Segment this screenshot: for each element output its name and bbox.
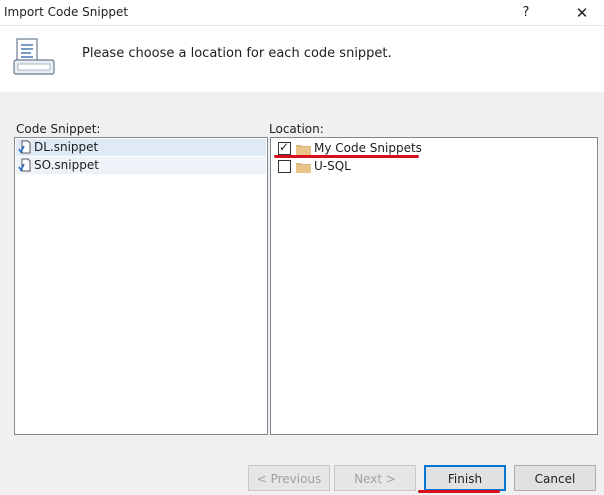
list-item-dl-snippet[interactable]: DL.snippet xyxy=(16,139,266,156)
code-snippet-list[interactable]: DL.snippet SO.snippet xyxy=(14,137,268,435)
snippet-file-icon xyxy=(18,158,31,172)
list-item-so-snippet[interactable]: SO.snippet xyxy=(16,157,266,174)
folder-icon xyxy=(296,145,311,155)
finish-button[interactable]: Finish xyxy=(424,465,506,491)
instruction-text: Please choose a location for each code s… xyxy=(82,46,392,61)
window-title: Import Code Snippet xyxy=(4,5,129,19)
close-button[interactable]: ✕ xyxy=(562,0,602,26)
help-button[interactable]: ? xyxy=(506,0,546,26)
location-item-u-sql[interactable]: U-SQL xyxy=(277,158,577,175)
next-button[interactable]: Next > xyxy=(334,465,416,491)
location-checkbox[interactable] xyxy=(278,160,291,173)
annotation-underline-location xyxy=(274,155,419,158)
snippet-label: DL.snippet xyxy=(34,140,99,154)
title-bar: Import Code Snippet ? ✕ xyxy=(0,0,604,26)
folder-icon xyxy=(296,163,311,173)
location-label-text: U-SQL xyxy=(314,159,351,173)
checkmark-icon: ✓ xyxy=(279,140,290,154)
snippet-file-icon xyxy=(18,140,31,154)
location-label: Location: xyxy=(269,122,324,136)
snippet-import-icon xyxy=(13,38,55,75)
dialog-header: Please choose a location for each code s… xyxy=(0,26,604,92)
location-checkbox[interactable]: ✓ xyxy=(278,140,291,155)
cancel-button[interactable]: Cancel xyxy=(514,465,596,491)
snippet-label: SO.snippet xyxy=(34,158,99,172)
code-snippet-label: Code Snippet: xyxy=(16,122,101,136)
previous-button[interactable]: < Previous xyxy=(248,465,330,491)
annotation-underline-finish xyxy=(418,490,500,493)
location-list[interactable]: ✓ My Code Snippets U-SQL xyxy=(270,137,598,435)
